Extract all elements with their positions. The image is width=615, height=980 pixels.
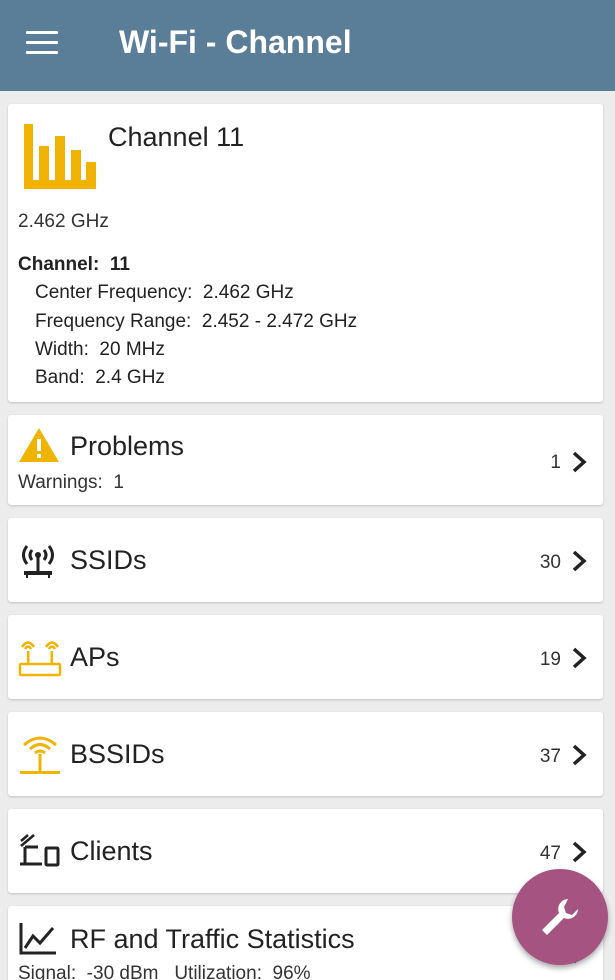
page-title: Wi-Fi - Channel bbox=[119, 24, 352, 60]
chevron-right-icon bbox=[572, 744, 587, 766]
signal-value: -30 dBm bbox=[86, 963, 159, 980]
rf-statistics-label: RF and Traffic Statistics bbox=[70, 924, 355, 954]
ssids-count: 30 bbox=[539, 552, 561, 573]
channel-frequency: 2.462 GHz bbox=[18, 211, 109, 232]
hamburger-icon[interactable] bbox=[26, 31, 58, 55]
bssid-antenna-icon bbox=[18, 734, 62, 781]
line-chart-icon bbox=[18, 922, 58, 961]
clients-label: Clients bbox=[70, 836, 153, 866]
aps-count: 19 bbox=[539, 649, 561, 670]
channel-row: Channel: 11 bbox=[18, 254, 130, 276]
band-value: 2.4 GHz bbox=[95, 367, 165, 388]
utilization-label: Utilization: bbox=[174, 963, 262, 980]
frequency-range-label: Frequency Range: bbox=[35, 311, 192, 332]
problems-label: Problems bbox=[70, 431, 185, 461]
frequency-range-row: Frequency Range: 2.452 - 2.472 GHz bbox=[35, 311, 357, 333]
center-frequency-row: Center Frequency: 2.462 GHz bbox=[35, 282, 294, 304]
signal-label: Signal: bbox=[18, 963, 77, 980]
center-frequency-value: 2.462 GHz bbox=[202, 282, 294, 303]
clients-devices-icon bbox=[18, 833, 62, 874]
warnings-label: Warnings: bbox=[18, 472, 103, 493]
warnings-value: 1 bbox=[113, 472, 124, 493]
bssids-label: BSSIDs bbox=[70, 739, 165, 769]
bssids-card[interactable]: BSSIDs 37 bbox=[8, 712, 603, 796]
aps-card[interactable]: APs 19 bbox=[8, 615, 603, 699]
channel-label: Channel: bbox=[18, 254, 100, 275]
chevron-right-icon bbox=[572, 841, 587, 863]
channel-value: 11 bbox=[109, 254, 130, 275]
problems-count: 1 bbox=[550, 452, 561, 473]
width-row: Width: 20 MHz bbox=[35, 339, 165, 361]
width-label: Width: bbox=[35, 339, 89, 360]
utilization-value: 96% bbox=[272, 963, 311, 980]
channel-title: Channel 11 bbox=[108, 122, 245, 152]
tools-fab-button[interactable] bbox=[512, 869, 608, 965]
bar-chart-icon bbox=[24, 124, 96, 194]
chevron-right-icon bbox=[572, 451, 587, 473]
broadcast-antenna-icon bbox=[18, 542, 58, 585]
app-bar: Wi-Fi - Channel bbox=[0, 0, 615, 91]
aps-label: APs bbox=[70, 642, 120, 672]
bssids-count: 37 bbox=[539, 746, 561, 767]
width-value: 20 MHz bbox=[99, 339, 165, 360]
center-frequency-label: Center Frequency: bbox=[35, 282, 193, 303]
warnings-row: Warnings: 1 bbox=[18, 472, 124, 494]
chevron-right-icon bbox=[572, 647, 587, 669]
channel-info-card: Channel 11 2.462 GHz Channel: 11 Center … bbox=[8, 104, 603, 402]
band-row: Band: 2.4 GHz bbox=[35, 367, 165, 389]
problems-card[interactable]: Problems 1 Warnings: 1 bbox=[8, 415, 603, 505]
clients-count: 47 bbox=[539, 843, 561, 864]
warning-icon bbox=[18, 427, 60, 468]
clients-card[interactable]: Clients 47 bbox=[8, 809, 603, 893]
rf-signal-row: Signal: -30 dBm Utilization: 96% bbox=[18, 963, 311, 980]
wrench-icon bbox=[542, 899, 578, 935]
band-label: Band: bbox=[35, 367, 85, 388]
frequency-range-value: 2.452 - 2.472 GHz bbox=[201, 311, 358, 332]
access-point-icon bbox=[18, 637, 62, 682]
ssids-card[interactable]: SSIDs 30 bbox=[8, 518, 603, 602]
ssids-label: SSIDs bbox=[70, 545, 147, 575]
chevron-right-icon bbox=[572, 550, 587, 572]
